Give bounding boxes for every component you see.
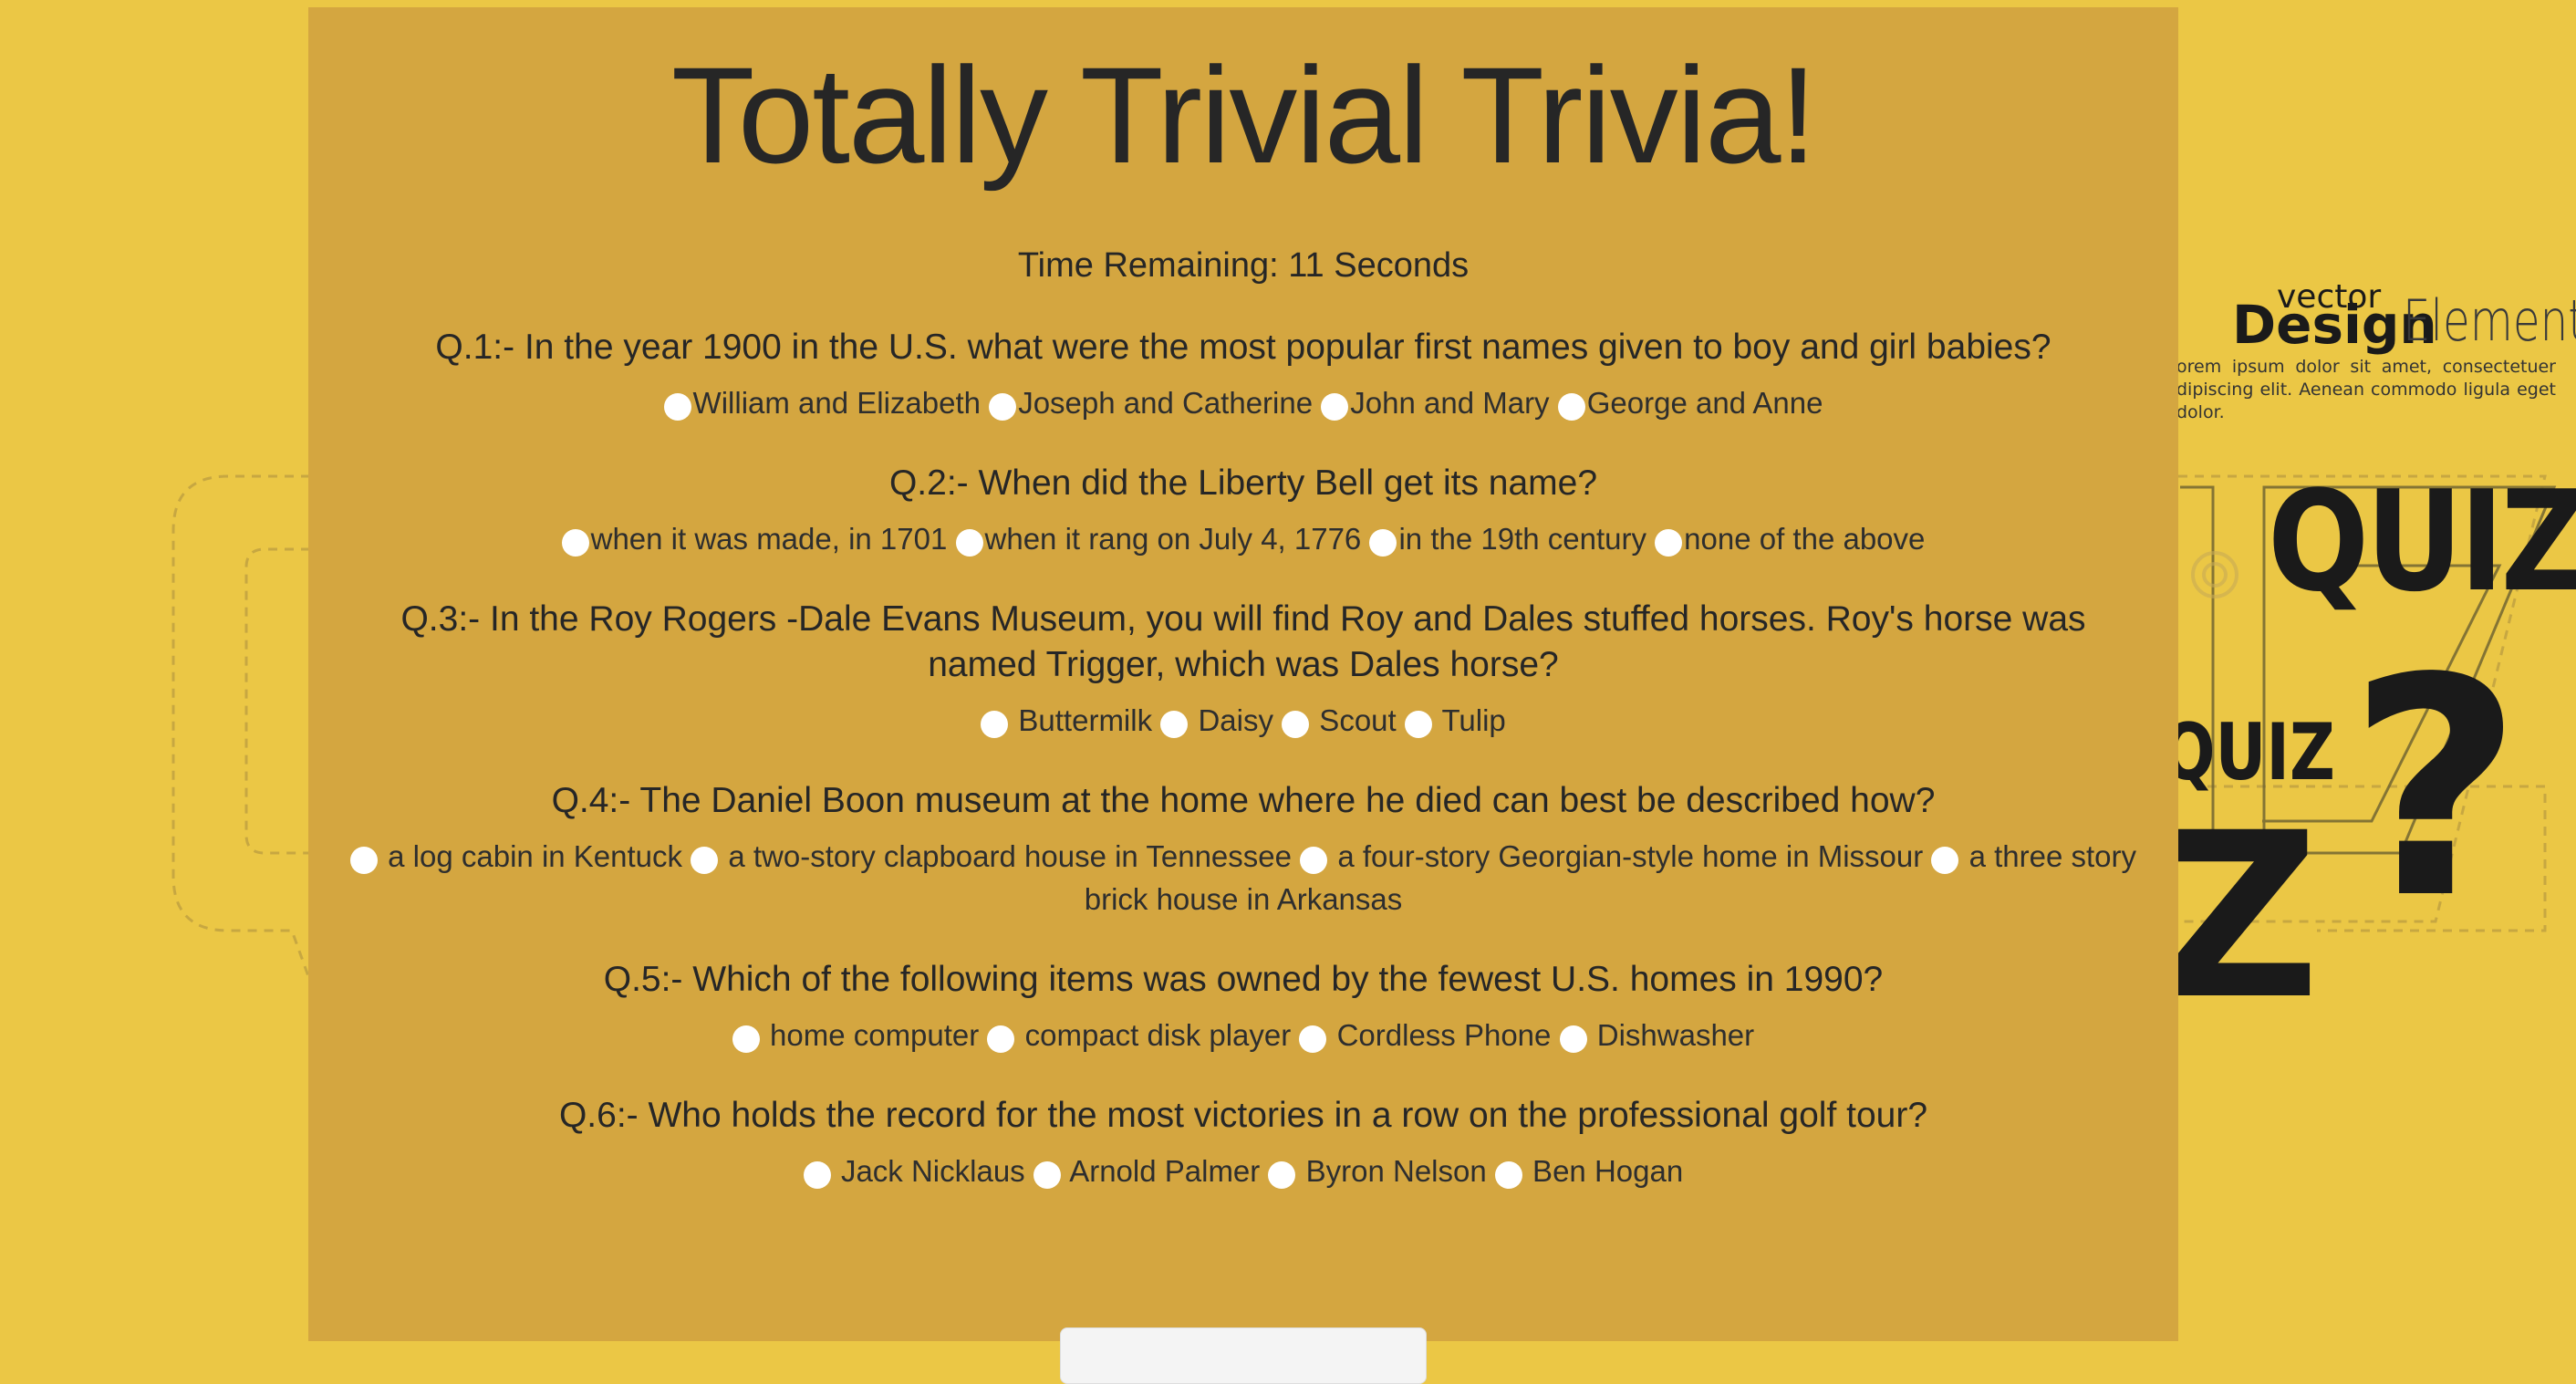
option-label: Arnold Palmer — [1062, 1154, 1261, 1188]
option-label: Jack Nicklaus — [832, 1154, 1025, 1188]
radio-button[interactable] — [1033, 1161, 1061, 1189]
option-label: home computer — [761, 1018, 980, 1052]
answer-options: Jack Nicklaus Arnold Palmer Byron Nelson… — [308, 1150, 2178, 1192]
answer-option[interactable]: Jack Nicklaus — [803, 1154, 1025, 1189]
question-text: Q.1:- In the year 1900 in the U.S. what … — [435, 328, 2051, 367]
option-label: in the 19th century — [1398, 522, 1646, 556]
radio-button[interactable] — [1321, 393, 1349, 421]
answer-option[interactable]: Joseph and Catherine — [989, 386, 1314, 421]
answer-option[interactable]: Ben Hogan — [1494, 1154, 1684, 1189]
option-label: William and Elizabeth — [692, 386, 982, 420]
deco-quiz-big: QUIZ — [2268, 461, 2576, 622]
question-text: Q.3:- In the Roy Rogers -Dale Evans Muse… — [400, 599, 2086, 684]
answer-option[interactable]: Dishwasher — [1559, 1018, 1755, 1053]
time-remaining: Time Remaining: 11 Seconds — [1017, 246, 1470, 285]
option-label: a four-story Georgian-style home in Miss… — [1329, 839, 1924, 873]
option-label: George and Anne — [1586, 386, 1823, 420]
answer-option[interactable]: compact disk player — [987, 1018, 1292, 1053]
radio-button[interactable] — [803, 1161, 831, 1189]
option-label: Ben Hogan — [1523, 1154, 1684, 1188]
page-title: Totally Trivial Trivia! — [670, 38, 1817, 192]
option-label: Buttermilk — [1010, 703, 1153, 737]
answer-option[interactable]: a log cabin in Kentuck — [349, 839, 683, 874]
question-3: Q.3:- In the Roy Rogers -Dale Evans Muse… — [308, 597, 2178, 742]
question-text: Q.6:- Who holds the record for the most … — [558, 1096, 1928, 1135]
radio-button[interactable] — [1655, 529, 1683, 557]
question-2: Q.2:- When did the Liberty Bell get its … — [308, 461, 2178, 560]
answer-options: home computer compact disk player Cordle… — [308, 1014, 2178, 1056]
answer-option[interactable]: a two-story clapboard house in Tennessee — [691, 839, 1292, 874]
radio-button[interactable] — [1300, 847, 1328, 874]
radio-button[interactable] — [989, 393, 1017, 421]
question-text: Q.4:- The Daniel Boon museum at the home… — [551, 781, 1936, 820]
radio-button[interactable] — [1559, 1025, 1587, 1053]
answer-option[interactable]: Scout — [1282, 703, 1397, 738]
question-text: Q.2:- When did the Liberty Bell get its … — [888, 463, 1598, 503]
deco-lorem-text: orem ipsum dolor sit amet, consectetuer … — [2176, 357, 2556, 422]
answer-option[interactable]: when it was made, in 1701 — [561, 522, 948, 557]
option-label: when it was made, in 1701 — [590, 522, 948, 556]
question-1: Q.1:- In the year 1900 in the U.S. what … — [308, 325, 2178, 424]
option-label: Scout — [1311, 703, 1397, 737]
radio-button[interactable] — [1369, 529, 1397, 557]
option-label: Dishwasher — [1588, 1018, 1755, 1052]
option-label: a two-story clapboard house in Tennessee — [720, 839, 1292, 873]
answer-option[interactable]: Tulip — [1404, 703, 1506, 738]
answer-options: a log cabin in Kentuck a two-story clapb… — [308, 835, 2178, 921]
answer-option[interactable]: when it rang on July 4, 1776 — [955, 522, 1362, 557]
answer-option[interactable]: Byron Nelson — [1268, 1154, 1487, 1189]
option-label: none of the above — [1684, 522, 1926, 556]
answer-option[interactable]: George and Anne — [1557, 386, 1823, 421]
answer-option[interactable]: Buttermilk — [981, 703, 1153, 738]
option-label: when it rang on July 4, 1776 — [984, 522, 1362, 556]
radio-button[interactable] — [1404, 711, 1432, 738]
radio-button[interactable] — [1494, 1161, 1522, 1189]
question-text: Q.5:- Which of the following items was o… — [603, 960, 1884, 999]
radio-button[interactable] — [663, 393, 691, 421]
answer-option[interactable]: in the 19th century — [1369, 522, 1646, 557]
radio-button[interactable] — [561, 529, 589, 557]
answer-option[interactable]: none of the above — [1655, 522, 1926, 557]
answer-option[interactable]: a four-story Georgian-style home in Miss… — [1300, 839, 1924, 874]
answer-option[interactable]: Arnold Palmer — [1033, 1154, 1261, 1189]
answer-options: Buttermilk Daisy Scout Tulip — [308, 699, 2178, 742]
answer-options: when it was made, in 1701 when it rang o… — [308, 517, 2178, 560]
answer-option[interactable]: John and Mary — [1321, 386, 1550, 421]
answer-option[interactable]: Cordless Phone — [1299, 1018, 1552, 1053]
radio-button[interactable] — [1282, 711, 1310, 738]
radio-button[interactable] — [1160, 711, 1189, 738]
quiz-panel: Totally Trivial Trivia! Time Remaining: … — [308, 7, 2178, 1384]
radio-button[interactable] — [955, 529, 983, 557]
option-label: Byron Nelson — [1297, 1154, 1487, 1188]
answer-options: William and Elizabeth Joseph and Catheri… — [308, 381, 2178, 424]
question-6: Q.6:- Who holds the record for the most … — [308, 1093, 2178, 1192]
option-label: Joseph and Catherine — [1018, 386, 1314, 420]
question-4: Q.4:- The Daniel Boon museum at the home… — [308, 778, 2178, 921]
radio-button[interactable] — [1557, 393, 1585, 421]
deco-element-text: Element — [2403, 287, 2576, 354]
option-label: Tulip — [1433, 703, 1506, 737]
radio-button[interactable] — [732, 1025, 760, 1053]
radio-button[interactable] — [1299, 1025, 1327, 1053]
option-label: compact disk player — [1016, 1018, 1292, 1052]
answer-option[interactable]: Daisy — [1160, 703, 1273, 738]
radio-button[interactable] — [981, 711, 1009, 738]
deco-z-letter: Z — [2155, 784, 2321, 1049]
radio-button[interactable] — [691, 847, 719, 874]
question-list: Q.1:- In the year 1900 in the U.S. what … — [308, 325, 2178, 1192]
radio-button[interactable] — [349, 847, 378, 874]
radio-button[interactable] — [1268, 1161, 1296, 1189]
answer-option[interactable]: home computer — [732, 1018, 980, 1053]
option-label: Daisy — [1189, 703, 1273, 737]
deco-question-mark: ? — [2348, 614, 2523, 964]
option-label: a log cabin in Kentuck — [379, 839, 683, 873]
radio-button[interactable] — [987, 1025, 1015, 1053]
question-5: Q.5:- Which of the following items was o… — [308, 957, 2178, 1056]
answer-option[interactable]: William and Elizabeth — [663, 386, 982, 421]
option-label: John and Mary — [1350, 386, 1550, 420]
radio-button[interactable] — [1931, 847, 1959, 874]
option-label: Cordless Phone — [1328, 1018, 1552, 1052]
submit-button[interactable] — [1060, 1327, 1427, 1384]
